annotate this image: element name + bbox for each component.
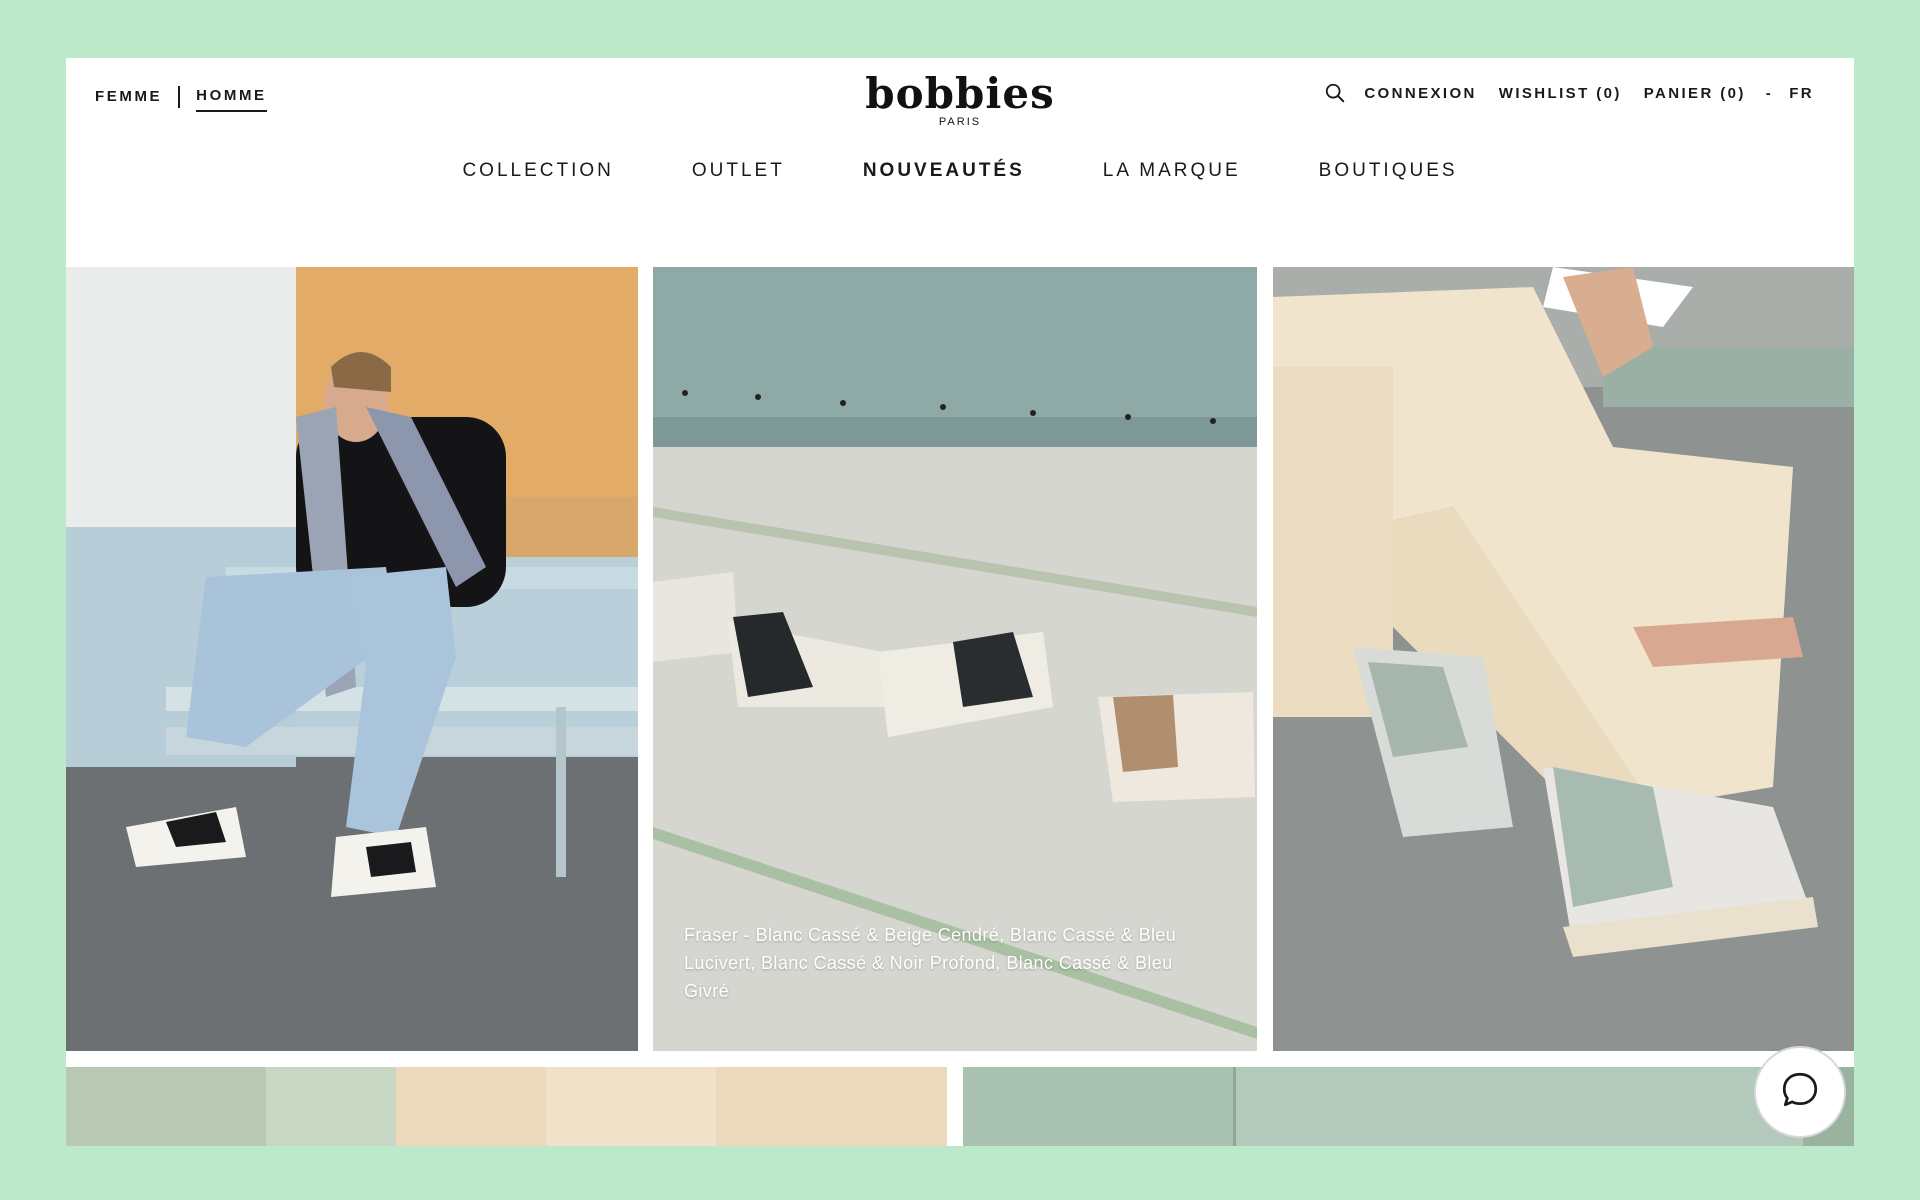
- nav-collection[interactable]: COLLECTION: [462, 160, 613, 182]
- gender-divider: [178, 85, 181, 108]
- chat-bubble-icon: [1779, 1069, 1821, 1116]
- lookbook-photo-sneakers[interactable]: Fraser - Blanc Cassé & Beige Cendré, Bla…: [653, 267, 1257, 1051]
- nav-femme[interactable]: FEMME: [95, 88, 162, 111]
- main-nav: COLLECTION OUTLET NOUVEAUTÉS LA MARQUE B…: [66, 160, 1854, 182]
- lookbook-photo-crouching[interactable]: [1273, 267, 1854, 1051]
- search-icon[interactable]: [1324, 82, 1346, 104]
- page-frame: FEMME HOMME bobbies PARIS CONNEXION WISH…: [66, 58, 1854, 1146]
- nav-la-marque[interactable]: LA MARQUE: [1103, 160, 1241, 182]
- nav-nouveautes[interactable]: NOUVEAUTÉS: [863, 160, 1025, 182]
- wishlist-link[interactable]: WISHLIST (0): [1499, 85, 1622, 102]
- lookbook-photo-man-bench[interactable]: [66, 267, 638, 1051]
- nav-outlet[interactable]: OUTLET: [692, 160, 785, 182]
- connexion-link[interactable]: CONNEXION: [1364, 85, 1476, 102]
- chat-button[interactable]: [1754, 1046, 1846, 1138]
- product-caption: Fraser - Blanc Cassé & Beige Cendré, Bla…: [684, 925, 1177, 1001]
- nav-homme[interactable]: HOMME: [196, 87, 267, 112]
- brand-logo[interactable]: bobbies PARIS: [865, 69, 1055, 129]
- language-selector[interactable]: FR: [1789, 85, 1814, 102]
- lookbook-photo-bottom-left[interactable]: [66, 1067, 947, 1146]
- language-separator: -: [1765, 84, 1774, 102]
- nav-boutiques[interactable]: BOUTIQUES: [1319, 160, 1458, 182]
- gender-nav: FEMME HOMME: [95, 85, 267, 112]
- logo-wordmark: bobbies: [865, 69, 1055, 118]
- cart-link[interactable]: PANIER (0): [1644, 85, 1746, 102]
- lookbook-photo-bottom-right[interactable]: [963, 1067, 1854, 1146]
- utility-nav: CONNEXION WISHLIST (0) PANIER (0) - FR: [1324, 82, 1814, 104]
